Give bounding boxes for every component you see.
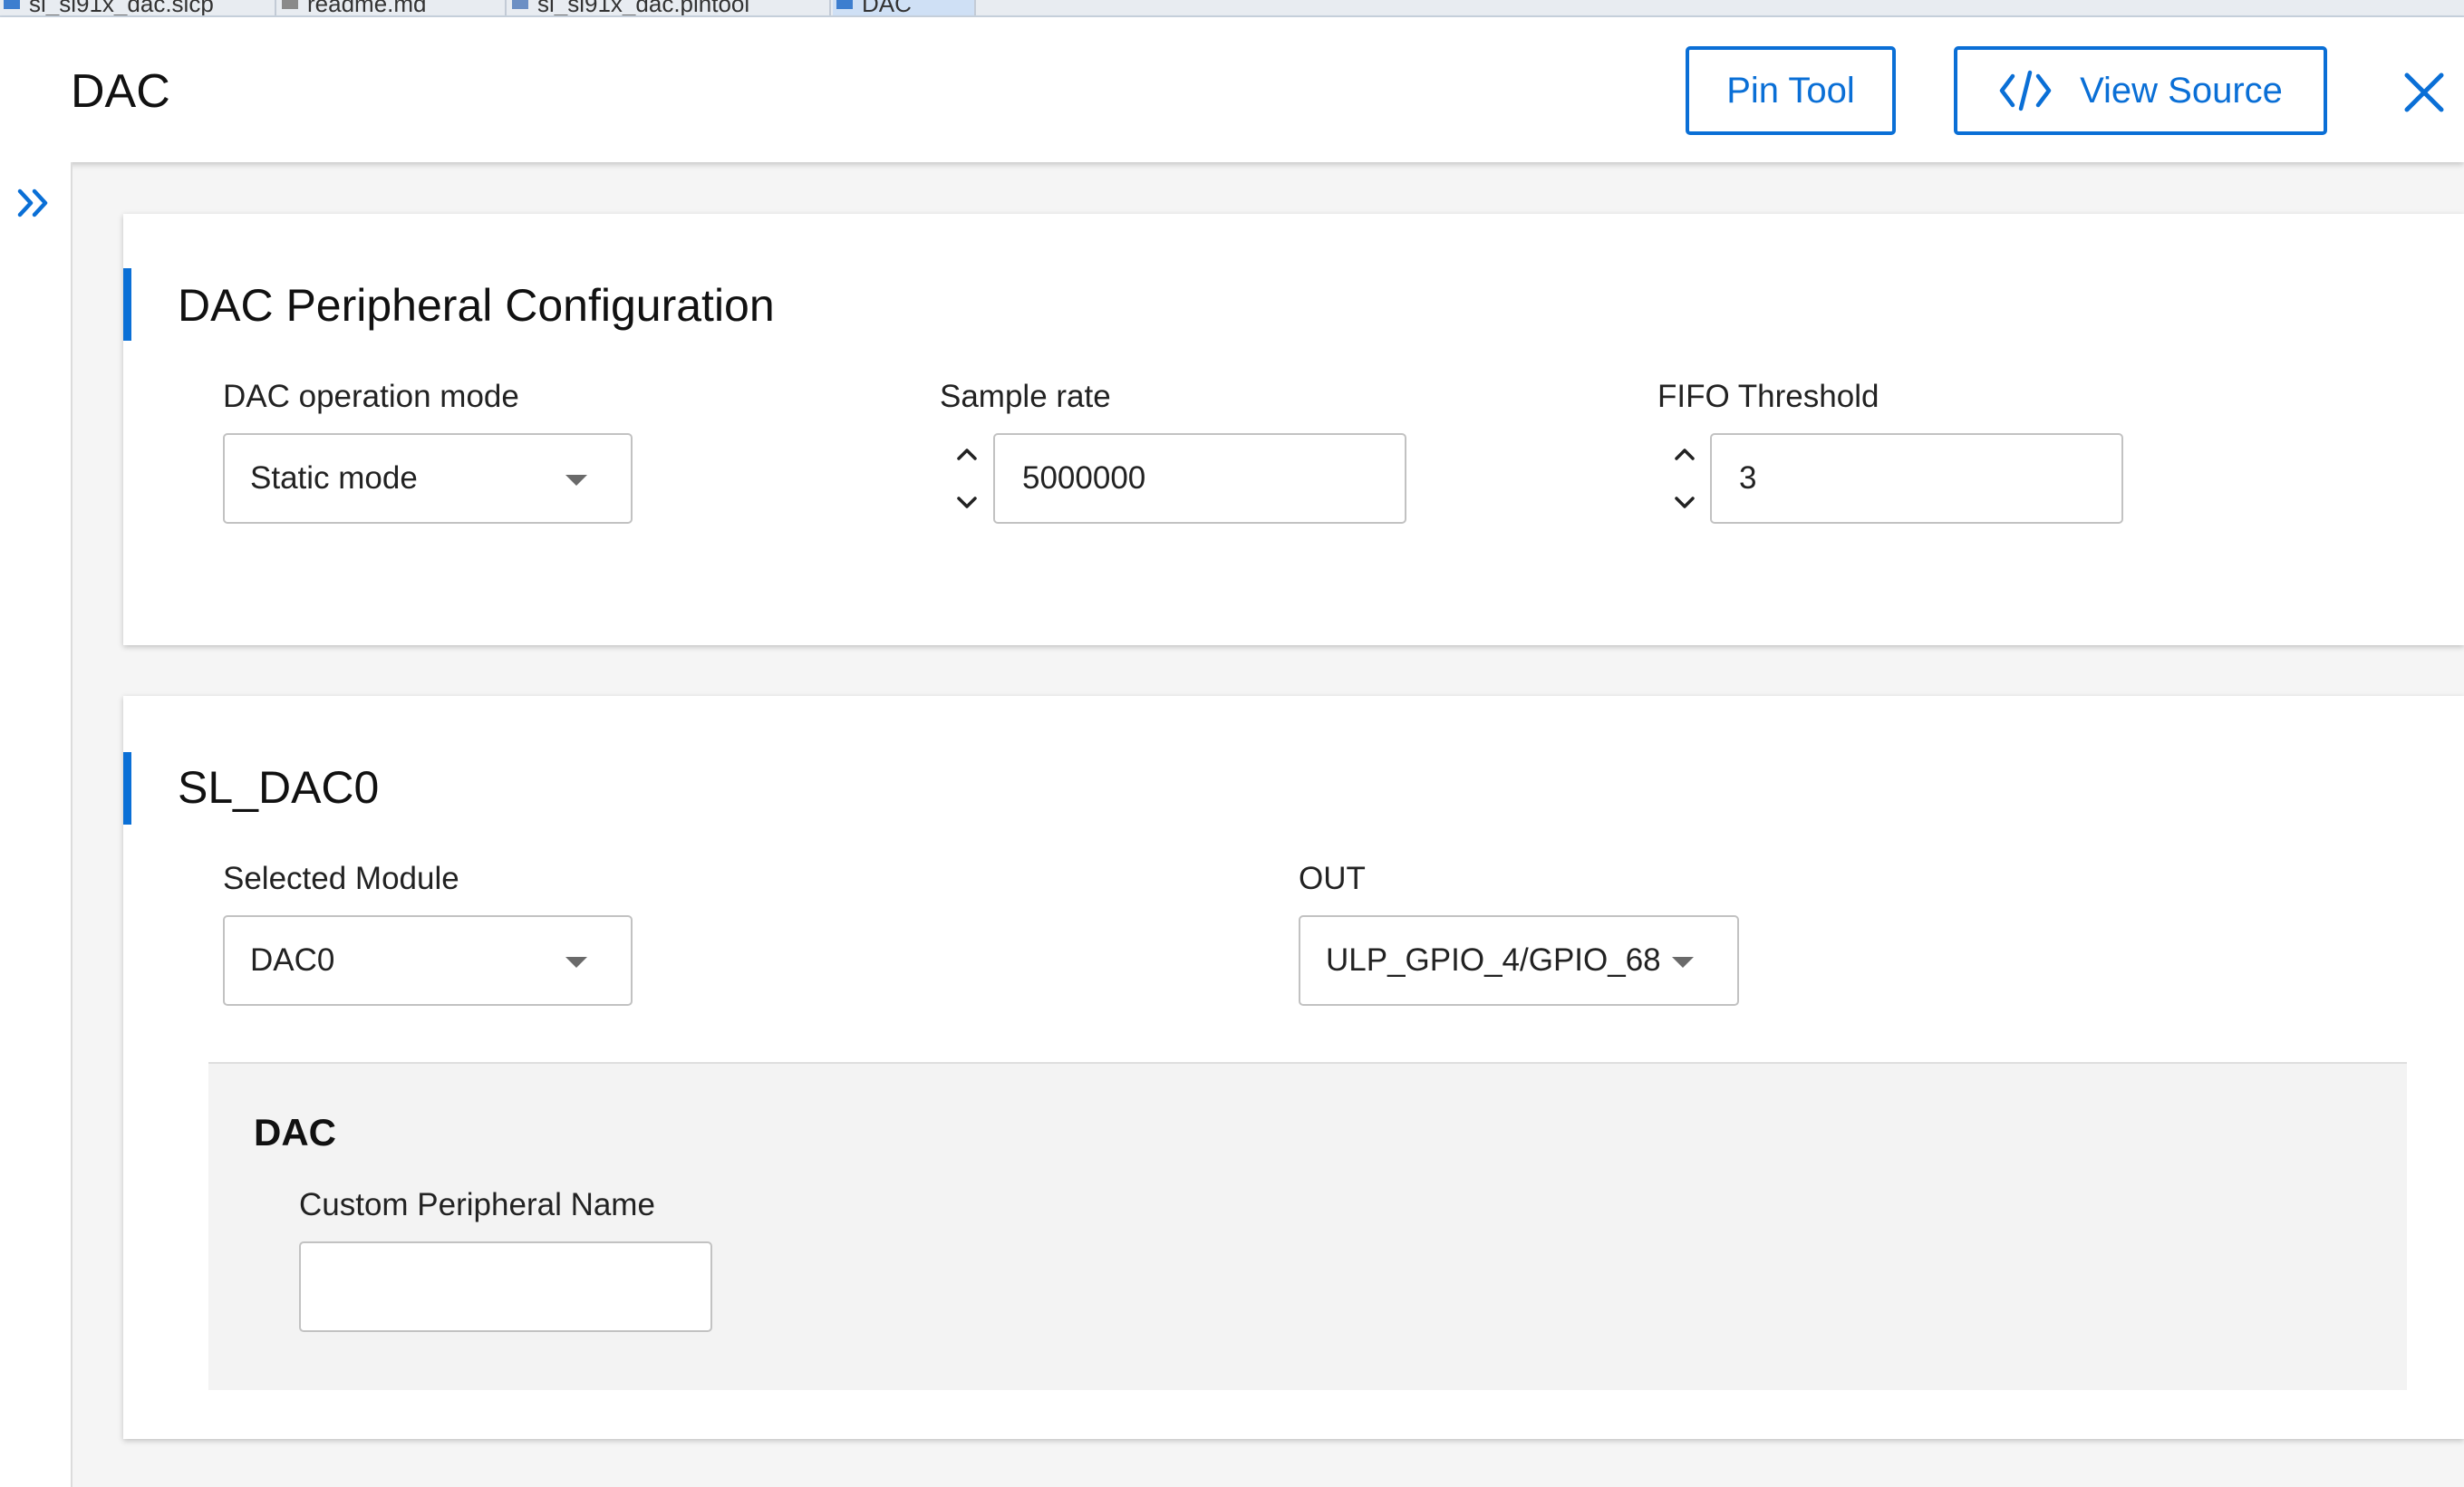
out-pin-select[interactable]: ULP_GPIO_4/GPIO_68: [1299, 915, 1739, 1006]
section-accent-bar: [123, 268, 131, 341]
chevron-down-icon: [1675, 497, 1695, 508]
operation-mode-label: DAC operation mode: [223, 379, 519, 414]
dac-instance-card: SL_DAC0 Selected Module DAC0 OUT ULP_GPI…: [123, 696, 2464, 1439]
chevron-up-icon: [957, 449, 977, 460]
tab-slcp[interactable]: sl_si91x_dac.slcp: [0, 0, 276, 15]
operation-mode-value: Static mode: [250, 460, 418, 496]
close-icon[interactable]: [2401, 70, 2447, 115]
page-title: DAC: [71, 65, 170, 118]
tab-readme[interactable]: readme.md: [278, 0, 507, 15]
operation-mode-select[interactable]: Static mode: [223, 433, 633, 524]
double-chevron-right-icon[interactable]: [16, 188, 53, 218]
selected-module-value: DAC0: [250, 942, 335, 978]
sample-rate-value: 5000000: [1022, 460, 1146, 496]
sample-rate-label: Sample rate: [940, 379, 1111, 414]
section-title: DAC Peripheral Configuration: [178, 280, 775, 331]
caret-down-icon: [1672, 957, 1694, 968]
custom-name-label: Custom Peripheral Name: [299, 1187, 655, 1222]
caret-down-icon: [565, 475, 587, 486]
out-pin-value: ULP_GPIO_4/GPIO_68: [1326, 942, 1661, 978]
fifo-threshold-input[interactable]: 3: [1710, 433, 2123, 524]
file-icon: [282, 0, 298, 9]
caret-down-icon: [565, 957, 587, 968]
fifo-threshold-value: 3: [1739, 460, 1757, 496]
sidebar-rail: [0, 162, 72, 1487]
view-source-label: View Source: [2080, 70, 2283, 111]
file-icon: [4, 0, 20, 9]
pin-tool-label: Pin Tool: [1726, 70, 1855, 111]
fifo-threshold-stepper[interactable]: [1671, 444, 1698, 517]
chevron-down-icon: [957, 497, 977, 508]
chevron-up-icon: [1675, 449, 1695, 460]
subsection-title: DAC: [254, 1111, 336, 1154]
tab-pintool[interactable]: sl_si91x_dac.pintool: [508, 0, 831, 15]
section-accent-bar: [123, 752, 131, 825]
peripheral-config-card: DAC Peripheral Configuration DAC operati…: [123, 214, 2464, 645]
tab-label: readme.md: [307, 0, 427, 15]
code-brackets-icon: [1999, 70, 2052, 111]
file-icon: [512, 0, 528, 9]
sample-rate-input[interactable]: 5000000: [993, 433, 1406, 524]
fifo-threshold-label: FIFO Threshold: [1657, 379, 1879, 414]
section-title: SL_DAC0: [178, 762, 380, 813]
tab-label: DAC: [862, 0, 912, 15]
tab-label: sl_si91x_dac.slcp: [29, 0, 214, 15]
editor-header: DAC Pin Tool View Source: [0, 17, 2464, 162]
selected-module-select[interactable]: DAC0: [223, 915, 633, 1006]
tab-dac[interactable]: DAC: [833, 0, 976, 15]
sample-rate-stepper[interactable]: [953, 444, 981, 517]
view-source-button[interactable]: View Source: [1954, 46, 2327, 135]
editor-tab-strip: sl_si91x_dac.slcp readme.md sl_si91x_dac…: [0, 0, 2464, 17]
custom-peripheral-name-input[interactable]: [299, 1241, 712, 1332]
out-label: OUT: [1299, 861, 1366, 896]
tab-label: sl_si91x_dac.pintool: [537, 0, 750, 15]
selected-module-label: Selected Module: [223, 861, 459, 896]
dac-subsection: DAC Custom Peripheral Name: [208, 1062, 2407, 1390]
pin-tool-button[interactable]: Pin Tool: [1686, 46, 1896, 135]
file-icon: [836, 0, 853, 9]
